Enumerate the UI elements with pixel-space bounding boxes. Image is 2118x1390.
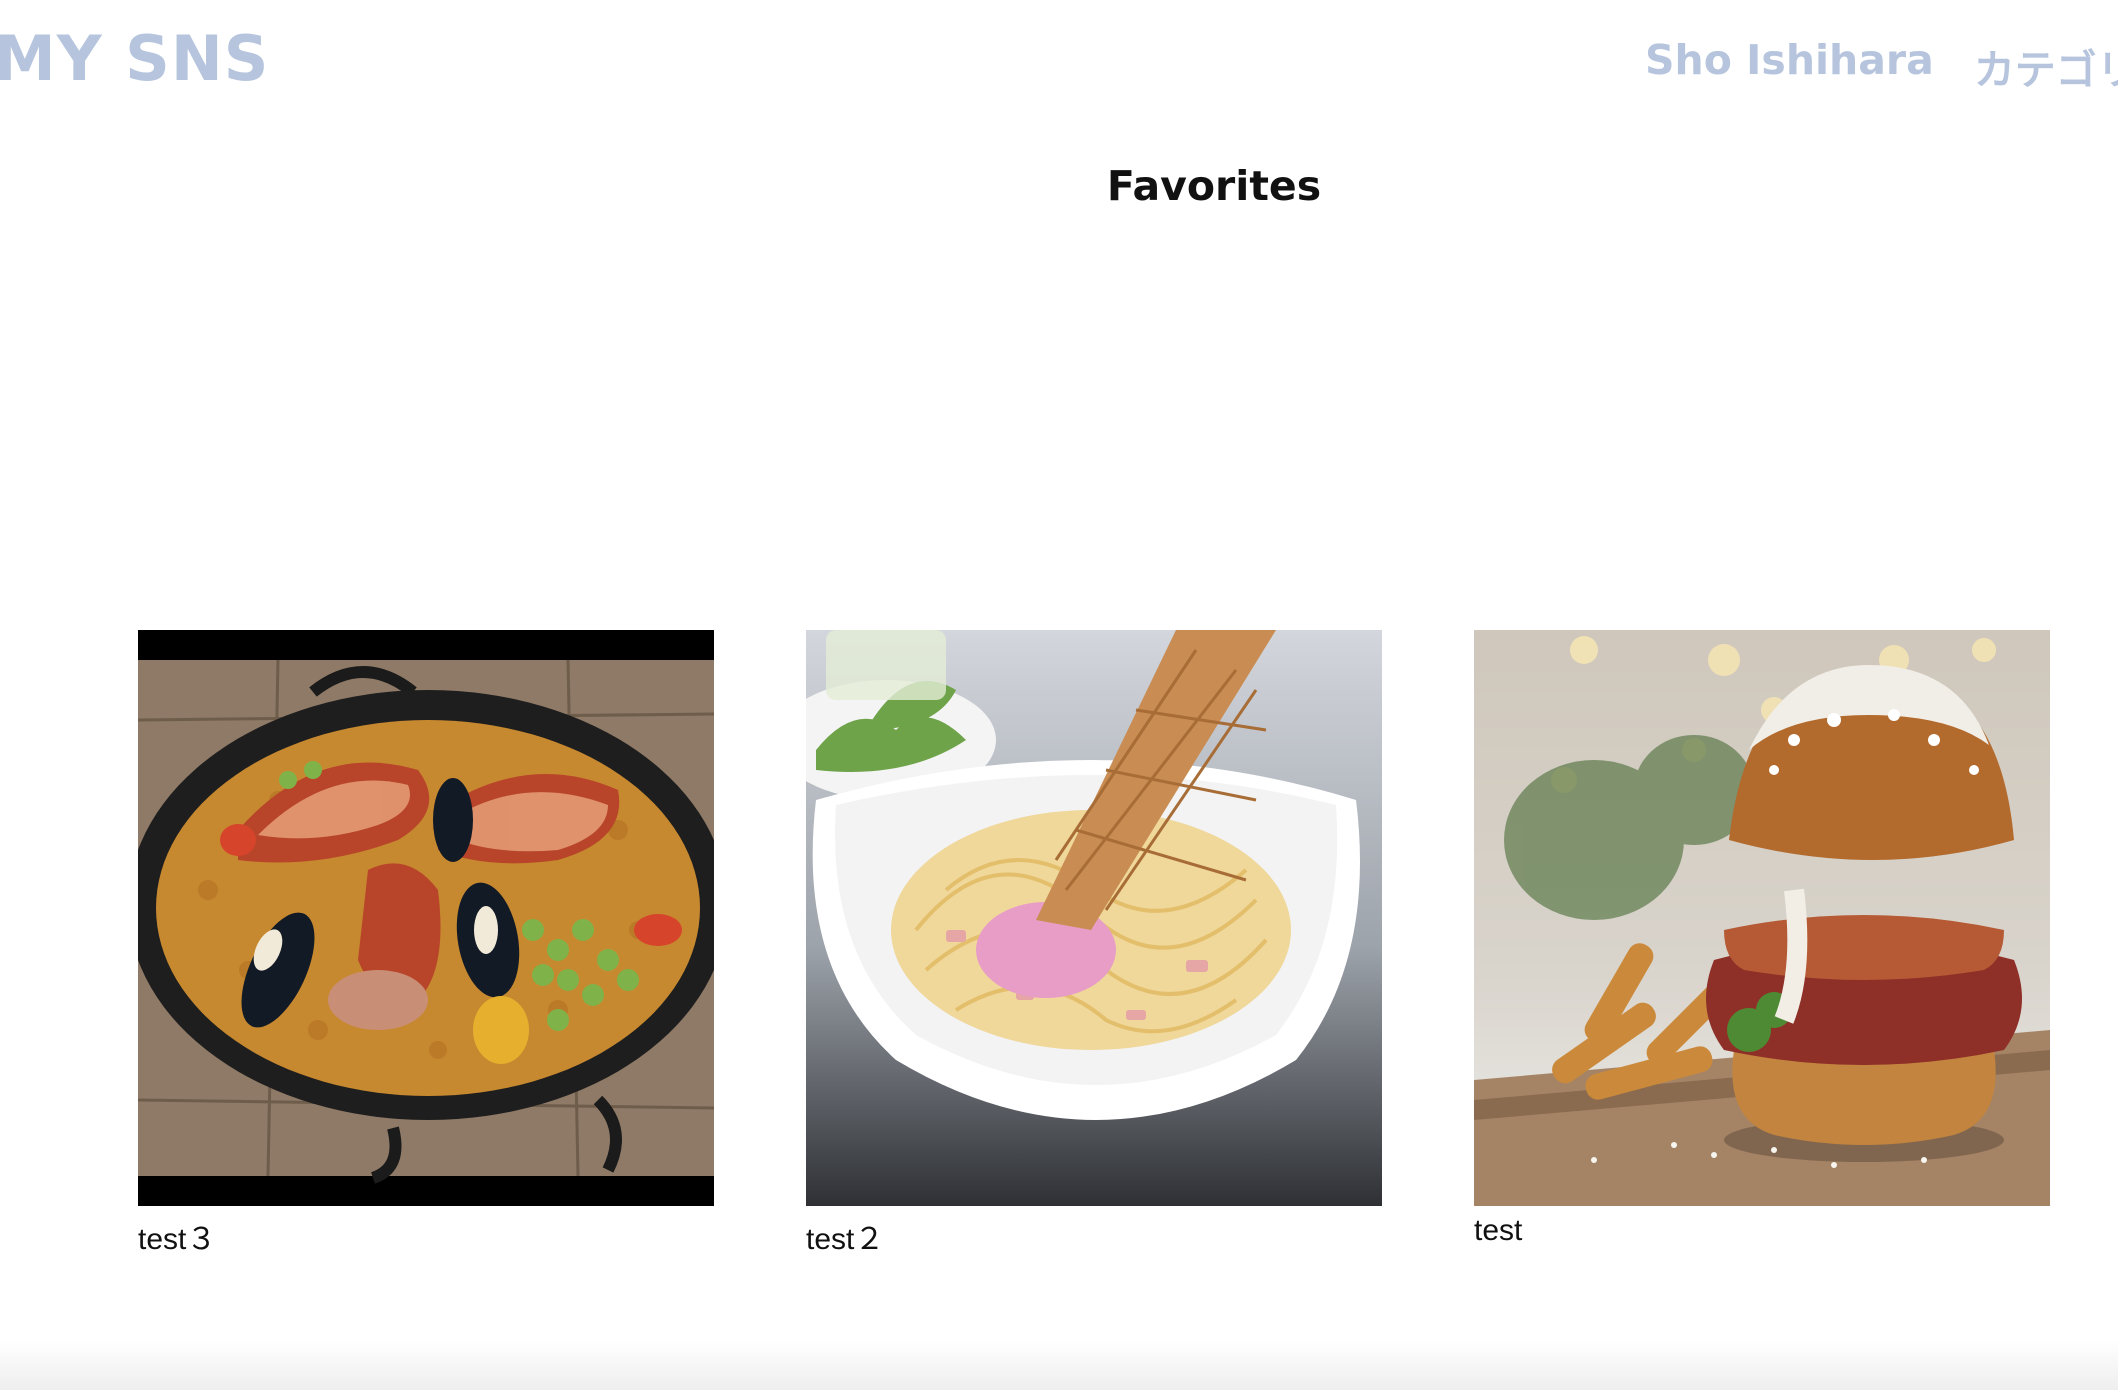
post-caption: test [1474,1214,1523,1247]
nav-category-link[interactable]: カテゴリ [1974,36,2118,96]
post-caption: test３ [138,1223,217,1256]
header-nav: Sho Ishihara カテゴリ [1645,36,2118,96]
site-header: MY SNS Sho Ishihara カテゴリ [0,0,2118,130]
post-image[interactable] [806,630,1382,1206]
post-caption: test２ [806,1223,885,1256]
post-card[interactable]: test [1474,630,2050,1248]
post-card[interactable]: test２ [806,630,1382,1258]
page-bottom-shadow [0,1340,2118,1390]
brand-logo-link[interactable]: MY SNS [0,22,269,95]
nav-user-link[interactable]: Sho Ishihara [1645,36,1934,96]
page-title: Favorites [1106,162,1322,210]
post-image[interactable] [1474,630,2050,1206]
post-card[interactable]: test３ [138,630,714,1258]
post-image[interactable] [138,630,714,1206]
